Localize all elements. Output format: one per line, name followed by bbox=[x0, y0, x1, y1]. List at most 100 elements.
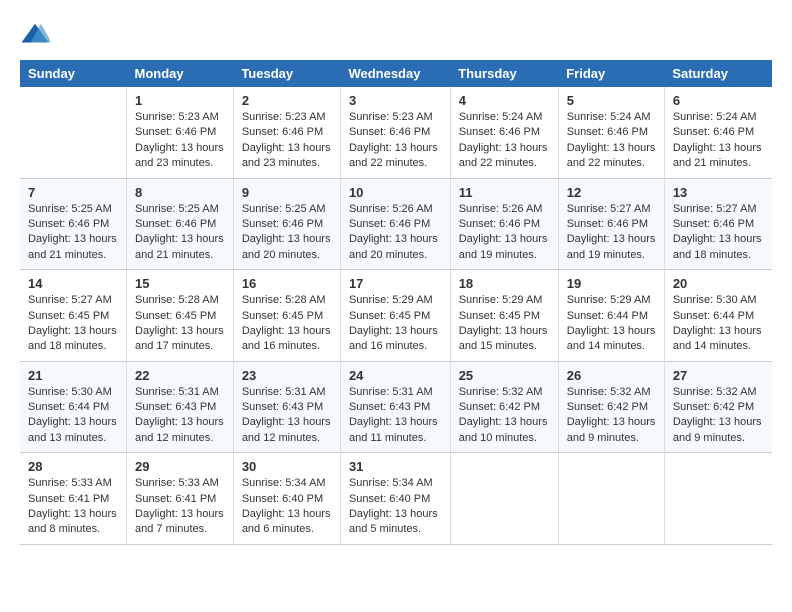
day-number: 7 bbox=[28, 185, 118, 200]
calendar-cell: 13 Sunrise: 5:27 AM Sunset: 6:46 PM Dayli… bbox=[664, 178, 772, 270]
calendar-cell: 21Sunrise: 5:30 AM Sunset: 6:44 PM Dayli… bbox=[20, 361, 127, 453]
calendar-cell: 8Sunrise: 5:25 AM Sunset: 6:46 PM Daylig… bbox=[127, 178, 234, 270]
day-number: 21 bbox=[28, 368, 118, 383]
day-number: 20 bbox=[673, 276, 764, 291]
day-info: Sunrise: 5:25 AM Sunset: 6:46 PM Dayligh… bbox=[242, 202, 332, 264]
day-info: Sunrise: 5:29 AM Sunset: 6:44 PM Dayligh… bbox=[567, 293, 656, 355]
day-info: Sunrise: 5:32 AM Sunset: 6:42 PM Dayligh… bbox=[459, 385, 550, 447]
day-number: 1 bbox=[135, 93, 225, 108]
day-info: Sunrise: 5:23 AM Sunset: 6:46 PM Dayligh… bbox=[349, 110, 442, 172]
column-header-monday: Monday bbox=[127, 60, 234, 87]
calendar-cell: 12Sunrise: 5:27 AM Sunset: 6:46 PM Dayli… bbox=[558, 178, 664, 270]
column-header-sunday: Sunday bbox=[20, 60, 127, 87]
day-number: 14 bbox=[28, 276, 118, 291]
calendar-cell bbox=[664, 453, 772, 545]
day-number: 5 bbox=[567, 93, 656, 108]
calendar-cell: 1 Sunrise: 5:23 AM Sunset: 6:46 PM Daylig… bbox=[127, 87, 234, 178]
calendar-cell: 18 Sunrise: 5:29 AM Sunset: 6:45 PM Dayli… bbox=[450, 270, 558, 362]
day-info: Sunrise: 5:24 AM Sunset: 6:46 PM Dayligh… bbox=[567, 110, 656, 172]
day-number: 9 bbox=[242, 185, 332, 200]
calendar-cell: 30Sunrise: 5:34 AM Sunset: 6:40 PM Dayli… bbox=[233, 453, 340, 545]
calendar-cell: 6 Sunrise: 5:24 AM Sunset: 6:46 PM Daylig… bbox=[664, 87, 772, 178]
calendar-cell: 17 Sunrise: 5:29 AM Sunset: 6:45 PM Dayli… bbox=[340, 270, 450, 362]
day-info: Sunrise: 5:29 AM Sunset: 6:45 PM Dayligh… bbox=[349, 293, 442, 355]
day-number: 3 bbox=[349, 93, 442, 108]
day-info: Sunrise: 5:27 AM Sunset: 6:46 PM Dayligh… bbox=[567, 202, 656, 264]
calendar-cell bbox=[558, 453, 664, 545]
header-row: SundayMondayTuesdayWednesdayThursdayFrid… bbox=[20, 60, 772, 87]
calendar-cell: 19 Sunrise: 5:29 AM Sunset: 6:44 PM Dayli… bbox=[558, 270, 664, 362]
day-info: Sunrise: 5:34 AM Sunset: 6:40 PM Dayligh… bbox=[242, 476, 332, 538]
day-number: 28 bbox=[28, 459, 118, 474]
day-info: Sunrise: 5:33 AM Sunset: 6:41 PM Dayligh… bbox=[135, 476, 225, 538]
calendar-cell: 2 Sunrise: 5:23 AM Sunset: 6:46 PM Daylig… bbox=[233, 87, 340, 178]
calendar-cell: 29 Sunrise: 5:33 AM Sunset: 6:41 PM Dayli… bbox=[127, 453, 234, 545]
day-number: 2 bbox=[242, 93, 332, 108]
calendar-cell: 10 Sunrise: 5:26 AM Sunset: 6:46 PM Dayli… bbox=[340, 178, 450, 270]
calendar-cell: 23 Sunrise: 5:31 AM Sunset: 6:43 PM Dayli… bbox=[233, 361, 340, 453]
calendar-week-2: 7 Sunrise: 5:25 AM Sunset: 6:46 PM Daylig… bbox=[20, 178, 772, 270]
day-number: 25 bbox=[459, 368, 550, 383]
day-number: 24 bbox=[349, 368, 442, 383]
calendar-week-4: 21Sunrise: 5:30 AM Sunset: 6:44 PM Dayli… bbox=[20, 361, 772, 453]
calendar-cell: 3 Sunrise: 5:23 AM Sunset: 6:46 PM Daylig… bbox=[340, 87, 450, 178]
day-info: Sunrise: 5:26 AM Sunset: 6:46 PM Dayligh… bbox=[349, 202, 442, 264]
day-info: Sunrise: 5:31 AM Sunset: 6:43 PM Dayligh… bbox=[349, 385, 442, 447]
day-number: 26 bbox=[567, 368, 656, 383]
day-info: Sunrise: 5:27 AM Sunset: 6:46 PM Dayligh… bbox=[673, 202, 764, 264]
calendar-cell: 7 Sunrise: 5:25 AM Sunset: 6:46 PM Daylig… bbox=[20, 178, 127, 270]
calendar-cell: 4 Sunrise: 5:24 AM Sunset: 6:46 PM Daylig… bbox=[450, 87, 558, 178]
logo-icon bbox=[20, 20, 50, 50]
day-number: 11 bbox=[459, 185, 550, 200]
day-info: Sunrise: 5:25 AM Sunset: 6:46 PM Dayligh… bbox=[28, 202, 118, 264]
day-info: Sunrise: 5:26 AM Sunset: 6:46 PM Dayligh… bbox=[459, 202, 550, 264]
day-number: 31 bbox=[349, 459, 442, 474]
day-number: 13 bbox=[673, 185, 764, 200]
calendar-cell: 5 Sunrise: 5:24 AM Sunset: 6:46 PM Daylig… bbox=[558, 87, 664, 178]
column-header-wednesday: Wednesday bbox=[340, 60, 450, 87]
day-info: Sunrise: 5:23 AM Sunset: 6:46 PM Dayligh… bbox=[135, 110, 225, 172]
calendar-cell: 26 Sunrise: 5:32 AM Sunset: 6:42 PM Dayli… bbox=[558, 361, 664, 453]
calendar-cell: 15 Sunrise: 5:28 AM Sunset: 6:45 PM Dayli… bbox=[127, 270, 234, 362]
calendar-cell bbox=[450, 453, 558, 545]
day-number: 4 bbox=[459, 93, 550, 108]
column-header-thursday: Thursday bbox=[450, 60, 558, 87]
day-number: 23 bbox=[242, 368, 332, 383]
day-number: 29 bbox=[135, 459, 225, 474]
day-info: Sunrise: 5:29 AM Sunset: 6:45 PM Dayligh… bbox=[459, 293, 550, 355]
day-info: Sunrise: 5:23 AM Sunset: 6:46 PM Dayligh… bbox=[242, 110, 332, 172]
day-number: 22 bbox=[135, 368, 225, 383]
day-info: Sunrise: 5:24 AM Sunset: 6:46 PM Dayligh… bbox=[459, 110, 550, 172]
day-number: 17 bbox=[349, 276, 442, 291]
day-info: Sunrise: 5:24 AM Sunset: 6:46 PM Dayligh… bbox=[673, 110, 764, 172]
day-number: 10 bbox=[349, 185, 442, 200]
day-info: Sunrise: 5:31 AM Sunset: 6:43 PM Dayligh… bbox=[135, 385, 225, 447]
calendar-cell: 24 Sunrise: 5:31 AM Sunset: 6:43 PM Dayli… bbox=[340, 361, 450, 453]
day-number: 15 bbox=[135, 276, 225, 291]
day-number: 27 bbox=[673, 368, 764, 383]
calendar-cell bbox=[20, 87, 127, 178]
calendar-cell: 20Sunrise: 5:30 AM Sunset: 6:44 PM Dayli… bbox=[664, 270, 772, 362]
calendar-table: SundayMondayTuesdayWednesdayThursdayFrid… bbox=[20, 60, 772, 545]
page-header bbox=[20, 20, 772, 50]
day-info: Sunrise: 5:31 AM Sunset: 6:43 PM Dayligh… bbox=[242, 385, 332, 447]
day-number: 8 bbox=[135, 185, 225, 200]
column-header-saturday: Saturday bbox=[664, 60, 772, 87]
calendar-week-5: 28 Sunrise: 5:33 AM Sunset: 6:41 PM Dayli… bbox=[20, 453, 772, 545]
day-number: 16 bbox=[242, 276, 332, 291]
calendar-week-3: 14Sunrise: 5:27 AM Sunset: 6:45 PM Dayli… bbox=[20, 270, 772, 362]
day-info: Sunrise: 5:28 AM Sunset: 6:45 PM Dayligh… bbox=[135, 293, 225, 355]
calendar-cell: 16Sunrise: 5:28 AM Sunset: 6:45 PM Dayli… bbox=[233, 270, 340, 362]
column-header-tuesday: Tuesday bbox=[233, 60, 340, 87]
logo bbox=[20, 20, 56, 50]
day-number: 6 bbox=[673, 93, 764, 108]
day-number: 19 bbox=[567, 276, 656, 291]
day-number: 18 bbox=[459, 276, 550, 291]
calendar-cell: 31Sunrise: 5:34 AM Sunset: 6:40 PM Dayli… bbox=[340, 453, 450, 545]
calendar-cell: 22 Sunrise: 5:31 AM Sunset: 6:43 PM Dayli… bbox=[127, 361, 234, 453]
day-info: Sunrise: 5:33 AM Sunset: 6:41 PM Dayligh… bbox=[28, 476, 118, 538]
day-info: Sunrise: 5:32 AM Sunset: 6:42 PM Dayligh… bbox=[673, 385, 764, 447]
calendar-cell: 28 Sunrise: 5:33 AM Sunset: 6:41 PM Dayli… bbox=[20, 453, 127, 545]
calendar-cell: 25 Sunrise: 5:32 AM Sunset: 6:42 PM Dayli… bbox=[450, 361, 558, 453]
day-info: Sunrise: 5:32 AM Sunset: 6:42 PM Dayligh… bbox=[567, 385, 656, 447]
